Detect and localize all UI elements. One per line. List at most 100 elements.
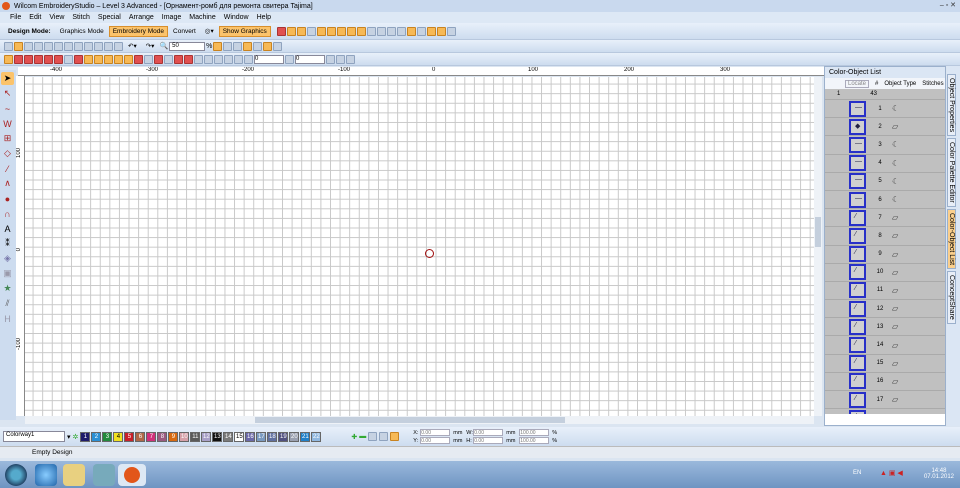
palette-color-20[interactable]: 20 xyxy=(289,431,300,442)
embroidery-mode-button[interactable]: Embroidery Mode xyxy=(108,25,169,37)
color-swatch[interactable]: ⁄ xyxy=(849,227,866,244)
trace-tool-icon[interactable]: ⊞ xyxy=(1,132,14,145)
palette-color-2[interactable]: 2 xyxy=(91,431,102,442)
stitch-icon[interactable] xyxy=(74,41,83,51)
menu-stitch[interactable]: Stitch xyxy=(72,14,90,21)
menu-view[interactable]: View xyxy=(49,14,64,21)
window-controls[interactable]: – ▫ ✕ xyxy=(940,1,956,9)
auto-digitize-tool-icon[interactable]: W xyxy=(1,117,14,130)
color-swatch[interactable]: — xyxy=(849,191,866,208)
globe-icon[interactable]: ◎▾ xyxy=(201,25,218,37)
list-item[interactable]: ⁄ 8 ▱ xyxy=(825,227,945,246)
show-stitches-icon[interactable] xyxy=(276,26,286,36)
motif-tool-icon[interactable]: ★ xyxy=(1,282,14,295)
effect12-icon[interactable] xyxy=(184,54,193,64)
satin-icon[interactable] xyxy=(4,54,13,64)
effect2-icon[interactable] xyxy=(84,54,93,64)
effect9-icon[interactable] xyxy=(154,54,163,64)
new-icon[interactable] xyxy=(4,41,13,51)
palette-color-19[interactable]: 19 xyxy=(278,431,289,442)
print-icon[interactable] xyxy=(54,41,63,51)
language-indicator[interactable]: EN xyxy=(853,470,861,476)
library-icon[interactable] xyxy=(426,26,436,36)
design-canvas[interactable] xyxy=(25,77,814,416)
tray-icons[interactable]: ▲ ▣ ◀ xyxy=(880,469,903,477)
effect15-icon[interactable] xyxy=(214,54,223,64)
color-swatch[interactable]: — xyxy=(849,136,866,153)
list-item[interactable]: ◆ 2 ▱ xyxy=(825,118,945,137)
grid-icon[interactable] xyxy=(336,26,346,36)
align-icon[interactable] xyxy=(326,54,335,64)
blank-icon[interactable] xyxy=(379,432,389,441)
cut-icon[interactable] xyxy=(94,41,103,51)
layout-icon[interactable] xyxy=(406,26,416,36)
rotate-input[interactable]: 0 xyxy=(254,54,284,64)
palette-color-21[interactable]: 21 xyxy=(300,431,311,442)
palette-color-3[interactable]: 3 xyxy=(102,431,113,442)
list-item[interactable]: ⁄18▱ xyxy=(825,409,945,414)
menu-file[interactable]: File xyxy=(10,14,21,21)
list-item[interactable]: — 6 ☾ xyxy=(825,191,945,210)
start-button-icon[interactable] xyxy=(5,464,27,486)
color-swatch[interactable]: ◆ xyxy=(849,118,866,135)
effect14-icon[interactable] xyxy=(204,54,213,64)
tab-color-palette-editor[interactable]: Color Palette Editor xyxy=(947,138,956,207)
palette-icon[interactable]: ✲ xyxy=(73,433,79,441)
plugin-icon[interactable] xyxy=(446,26,456,36)
palette-color-1[interactable]: 1 xyxy=(80,431,91,442)
run-icon[interactable] xyxy=(64,54,73,64)
palette-color-5[interactable]: 5 xyxy=(124,431,135,442)
list-item[interactable]: — 4 ☾ xyxy=(825,155,945,173)
lettering-tool-icon[interactable]: A xyxy=(1,222,14,235)
list-item[interactable]: ⁄ 16 ▱ xyxy=(825,373,945,391)
show-graphics-button[interactable]: Show Graphics xyxy=(218,25,271,37)
color-swatch[interactable]: — xyxy=(849,100,866,117)
trim-icon[interactable] xyxy=(386,26,396,36)
color-icon[interactable] xyxy=(436,26,446,36)
object-list[interactable]: 1430 —1☾◆2▱—3☾—4☾—5☾—6☾⁄7▱⁄8▱⁄9▱⁄10▱⁄11▱… xyxy=(825,89,945,414)
select-icon[interactable] xyxy=(243,41,253,51)
fit-icon[interactable] xyxy=(223,41,233,51)
chevron-down-icon[interactable]: ▾ xyxy=(67,433,71,441)
tatami-icon[interactable] xyxy=(14,54,23,64)
show-shape-icon[interactable] xyxy=(306,26,316,36)
palette-color-7[interactable]: 7 xyxy=(146,431,157,442)
remove-color-icon[interactable]: ▬ xyxy=(359,433,366,440)
palette-color-15[interactable]: 15 xyxy=(234,431,245,442)
marker-icon[interactable] xyxy=(253,41,263,51)
tab-object-properties[interactable]: Object Properties xyxy=(947,74,956,137)
image-icon[interactable] xyxy=(356,26,366,36)
split-tool-icon[interactable]: H xyxy=(1,312,14,325)
menu-machine[interactable]: Machine xyxy=(189,14,215,21)
effect6-icon[interactable] xyxy=(124,54,133,64)
send-icon[interactable] xyxy=(44,41,53,51)
copy-icon[interactable] xyxy=(104,41,113,51)
x-field[interactable]: 0.00 xyxy=(420,429,451,436)
menu-arrange[interactable]: Arrange xyxy=(129,14,154,21)
thread-chart-icon[interactable] xyxy=(368,432,378,441)
list-item[interactable]: ⁄ 17 ▱ xyxy=(825,391,945,410)
color-swatch[interactable]: ⁄ xyxy=(849,318,866,335)
monogram-tool-icon[interactable]: ⁑ xyxy=(1,237,14,250)
distribute-icon[interactable] xyxy=(336,54,345,64)
lock-icon[interactable] xyxy=(263,41,273,51)
palette-color-9[interactable]: 9 xyxy=(168,431,179,442)
color-swatch[interactable]: ⁄ xyxy=(849,337,866,354)
save-icon[interactable] xyxy=(24,41,33,51)
dots-icon[interactable] xyxy=(396,26,406,36)
open-icon[interactable] xyxy=(14,41,23,51)
internet-explorer-icon[interactable] xyxy=(35,464,57,486)
y-field[interactable]: 0.00 xyxy=(420,437,451,444)
effect13-icon[interactable] xyxy=(194,54,203,64)
effect11-icon[interactable] xyxy=(174,54,183,64)
slant-icon[interactable] xyxy=(285,54,294,64)
color-swatch[interactable]: ⁄ xyxy=(849,209,866,226)
line-tool-icon[interactable]: ⁄ xyxy=(1,162,14,175)
colorway-editor-icon[interactable] xyxy=(390,432,400,441)
effect8-icon[interactable] xyxy=(144,54,153,64)
list-item[interactable]: ⁄ 12 ▱ xyxy=(825,300,945,319)
color-swatch[interactable]: ⁄ xyxy=(849,246,866,263)
graphics-mode-button[interactable]: Graphics Mode xyxy=(56,26,108,37)
arc-tool-icon[interactable]: ∩ xyxy=(1,207,14,220)
palette-color-11[interactable]: 11 xyxy=(190,431,201,442)
